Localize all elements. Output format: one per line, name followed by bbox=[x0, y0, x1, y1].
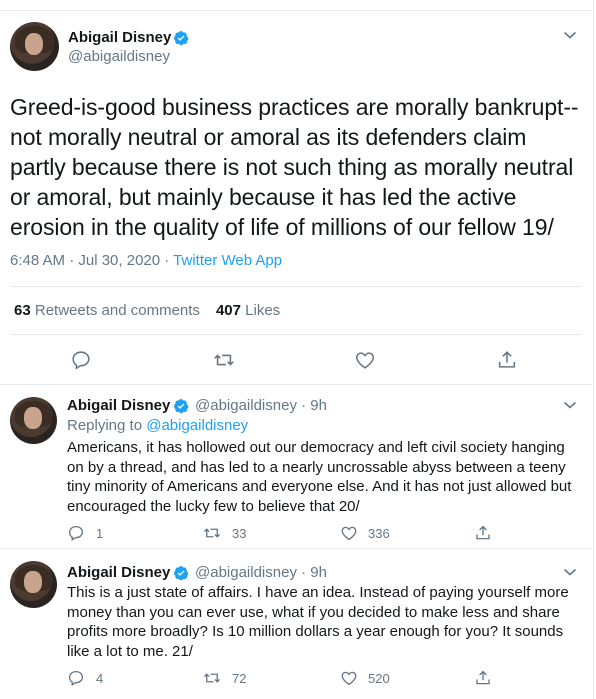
retweet-icon[interactable] bbox=[203, 524, 221, 542]
tweet-source-app[interactable]: Twitter Web App bbox=[173, 252, 282, 269]
avatar-face bbox=[24, 32, 44, 56]
author-handle[interactable]: @abigaildisney bbox=[68, 48, 170, 65]
main-tweet[interactable]: Abigail Disney @abigaildisney Greed-is-g… bbox=[0, 0, 592, 384]
verified-badge-icon bbox=[174, 31, 189, 46]
reply-tweet[interactable]: Abigail Disney @abigaildisney · 9h This … bbox=[0, 549, 592, 699]
timeline-border bbox=[593, 0, 594, 699]
replying-to-mention[interactable]: @abigaildisney bbox=[146, 417, 248, 434]
author-name[interactable]: Abigail Disney bbox=[67, 397, 170, 414]
replying-to-prefix: Replying to bbox=[67, 417, 147, 434]
chevron-down-icon[interactable] bbox=[563, 567, 577, 577]
retweets-label[interactable]: Retweets and comments bbox=[35, 302, 200, 319]
tweet-text: Americans, it has hollowed out our democ… bbox=[67, 439, 572, 515]
reply-icon[interactable] bbox=[67, 524, 85, 542]
tweet-thread: Abigail Disney @abigaildisney Greed-is-g… bbox=[0, 0, 596, 699]
reply-tweet[interactable]: Abigail Disney @abigaildisney · 9h Reply… bbox=[0, 385, 592, 548]
retweet-icon[interactable] bbox=[213, 349, 235, 371]
share-icon[interactable] bbox=[474, 524, 492, 542]
avatar[interactable] bbox=[10, 22, 59, 71]
like-count[interactable]: 520 bbox=[368, 671, 390, 686]
author-name[interactable]: Abigail Disney bbox=[68, 29, 171, 46]
verified-badge-icon bbox=[174, 399, 189, 414]
reply-icon[interactable] bbox=[67, 669, 85, 687]
heart-icon[interactable] bbox=[340, 524, 358, 542]
likes-label[interactable]: Likes bbox=[245, 302, 280, 319]
tweet-meta: 6:48 AM · Jul 30, 2020 · Twitter Web App bbox=[10, 252, 282, 269]
author-handle-time[interactable]: @abigaildisney · 9h bbox=[195, 397, 327, 414]
heart-icon[interactable] bbox=[354, 349, 376, 371]
retweets-count[interactable]: 63 bbox=[14, 302, 31, 319]
share-icon[interactable] bbox=[496, 349, 518, 371]
stats-divider bbox=[10, 334, 582, 335]
avatar-face bbox=[24, 407, 42, 429]
tweet-text: This is a just state of affairs. I have … bbox=[67, 584, 569, 660]
meta-divider bbox=[10, 286, 582, 287]
avatar[interactable] bbox=[10, 561, 57, 608]
reply-icon[interactable] bbox=[70, 349, 92, 371]
verified-badge-icon bbox=[174, 566, 189, 581]
reply-count[interactable]: 1 bbox=[96, 526, 103, 541]
retweet-count[interactable]: 33 bbox=[232, 526, 246, 541]
chevron-down-icon[interactable] bbox=[563, 400, 577, 410]
author-handle-time[interactable]: @abigaildisney · 9h bbox=[195, 564, 327, 581]
author-name[interactable]: Abigail Disney bbox=[67, 564, 170, 581]
avatar[interactable] bbox=[10, 397, 57, 444]
reply-count[interactable]: 4 bbox=[96, 671, 103, 686]
like-count[interactable]: 336 bbox=[368, 526, 390, 541]
avatar-face bbox=[24, 571, 42, 593]
share-icon[interactable] bbox=[474, 669, 492, 687]
tweet-text: Greed-is-good business practices are mor… bbox=[10, 94, 579, 240]
likes-count[interactable]: 407 bbox=[216, 302, 241, 319]
retweet-count[interactable]: 72 bbox=[232, 671, 246, 686]
tweet-stats: 63 Retweets and comments 407 Likes bbox=[14, 302, 280, 319]
heart-icon[interactable] bbox=[340, 669, 358, 687]
retweet-icon[interactable] bbox=[203, 669, 221, 687]
tweet-timestamp[interactable]: 6:48 AM · Jul 30, 2020 · bbox=[10, 252, 173, 269]
chevron-down-icon[interactable] bbox=[563, 30, 577, 40]
replying-to: Replying to @abigaildisney bbox=[67, 417, 248, 434]
